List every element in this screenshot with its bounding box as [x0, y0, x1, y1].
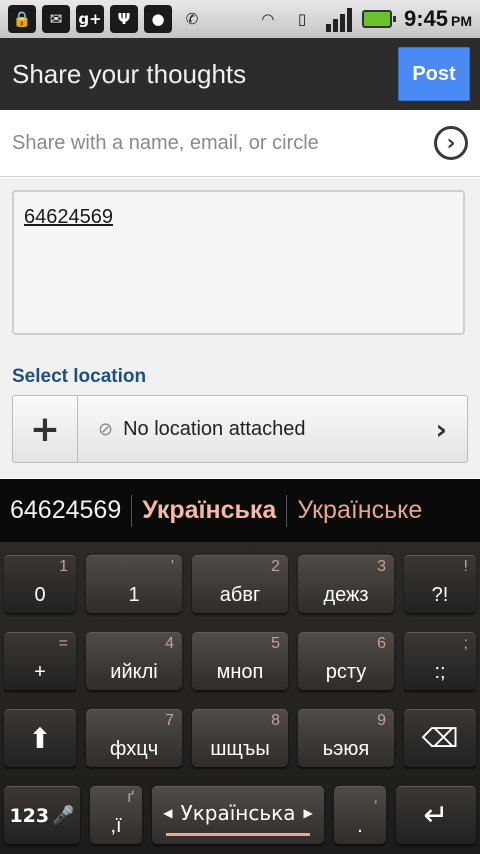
key-label: 1: [128, 584, 140, 606]
key-abvg[interactable]: 2 абвг: [192, 555, 288, 613]
screen: 🔒 ✉ g+ Ψ ● ✆ ◠ ▯ 9:45 PM Share your thoug…: [0, 0, 480, 854]
lock-icon: 🔒: [8, 5, 36, 33]
key-hint: ,: [373, 789, 378, 806]
wifi-icon: ◠: [262, 10, 274, 28]
suggestion-divider: [131, 494, 133, 527]
post-text-input[interactable]: 64624569: [12, 190, 465, 335]
symbols-label: 123 🎤: [9, 804, 75, 827]
key-label: ,ї: [110, 815, 122, 837]
chevron-right-icon: ›: [435, 412, 447, 446]
post-text: 64624569: [24, 206, 113, 228]
location-value: No location attached: [123, 417, 306, 440]
key-hint: 9: [377, 712, 386, 729]
key-colon-semicolon[interactable]: ; :;: [404, 632, 476, 690]
page-title: Share your thoughts: [12, 58, 247, 89]
key-rstu[interactable]: 6 рсту: [298, 632, 394, 690]
enter-key[interactable]: ↵: [396, 786, 476, 844]
battery-icon: [361, 10, 396, 28]
suggestion-typed[interactable]: 64624569: [10, 496, 121, 525]
language-indicator: [166, 833, 310, 836]
key-dezhz[interactable]: 3 дежз: [298, 555, 394, 613]
enter-icon: ↵: [423, 798, 449, 833]
symbols-mic-key[interactable]: 123 🎤: [4, 786, 80, 844]
key-hint: ґ: [127, 789, 134, 806]
status-bar: 🔒 ✉ g+ Ψ ● ✆ ◠ ▯ 9:45 PM: [0, 0, 480, 38]
key-1[interactable]: ' 1: [86, 555, 182, 613]
key-label: .: [357, 815, 363, 837]
key-label: +: [34, 661, 46, 683]
location-select[interactable]: ⊘ No location attached ›: [78, 396, 467, 462]
key-label: рсту: [325, 661, 367, 683]
key-label: ьэюя: [322, 738, 370, 760]
key-label: дежз: [323, 584, 369, 606]
key-period[interactable]: , .: [334, 786, 386, 844]
space-language-key[interactable]: ◀ Українська ▶: [152, 786, 324, 844]
suggestion-secondary[interactable]: Українське: [297, 496, 422, 525]
share-with-field[interactable]: Share with a name, email, or circle ›: [0, 110, 480, 177]
key-hint: 5: [271, 635, 280, 652]
key-hint: 4: [165, 635, 174, 652]
key-hint: 7: [165, 712, 174, 729]
suggestion-primary[interactable]: Українська: [142, 496, 276, 525]
key-hint: 1: [59, 558, 68, 575]
shift-key[interactable]: ⬆: [4, 709, 76, 767]
key-mnop[interactable]: 5 мноп: [192, 632, 288, 690]
key-label: ийклі: [110, 661, 158, 683]
arrow-left-icon: ◀: [163, 805, 173, 820]
key-plus[interactable]: = +: [4, 632, 76, 690]
google-plus-icon: g+: [76, 5, 104, 33]
share-with-placeholder: Share with a name, email, or circle: [12, 131, 319, 154]
location-label: Select location: [12, 366, 147, 387]
suggestion-strip: 64624569 Українська Українське: [0, 479, 480, 542]
language-label: Українська: [180, 800, 296, 825]
key-hint: !: [463, 558, 468, 575]
usb-icon: Ψ: [110, 5, 138, 33]
key-hint: 3: [377, 558, 386, 575]
key-yeyuya[interactable]: 9 ьэюя: [298, 709, 394, 767]
key-hint: 6: [377, 635, 386, 652]
mail-icon: ✉: [42, 5, 70, 33]
key-hint: ;: [463, 635, 468, 652]
backspace-icon: ⌫: [421, 723, 459, 754]
shift-arrow-icon: ⬆: [28, 722, 52, 755]
key-comma-yi[interactable]: ґ ,ї: [90, 786, 142, 844]
plus-icon: +: [29, 408, 61, 450]
app-header: Share your thoughts Post: [0, 38, 480, 110]
android-icon: ●: [144, 5, 172, 33]
key-label: шщъы: [210, 738, 270, 760]
status-right: ◠ ▯ 9:45 PM: [254, 5, 472, 33]
phone-icon: ✆: [185, 10, 199, 28]
key-fkhtsch[interactable]: 7 фхцч: [86, 709, 182, 767]
key-label: абвг: [219, 584, 261, 606]
key-label: 0: [34, 584, 46, 606]
key-label: ?!: [431, 584, 449, 606]
key-iykli[interactable]: 4 ийклі: [86, 632, 182, 690]
key-label: :;: [434, 661, 446, 683]
location-picker: + ⊘ No location attached ›: [12, 395, 468, 463]
microphone-icon: 🎤: [52, 805, 75, 826]
key-question-exclaim[interactable]: ! ?!: [404, 555, 476, 613]
key-0[interactable]: 1 0: [4, 555, 76, 613]
post-button[interactable]: Post: [398, 47, 470, 101]
arrow-right-icon: ▶: [303, 805, 313, 820]
key-label: мноп: [216, 661, 264, 683]
keyboard: 1 0 ' 1 2 абвг 3 дежз ! ?! = + 4 ийклі 5: [0, 542, 480, 854]
signal-icon: [325, 6, 354, 32]
key-hint: =: [58, 635, 68, 652]
no-location-icon: ⊘: [98, 418, 114, 440]
vibrate-icon: ▯: [297, 10, 307, 28]
key-hint: 2: [271, 558, 280, 575]
chevron-right-circle-icon[interactable]: ›: [434, 126, 468, 160]
clock: 9:45 PM: [403, 6, 472, 31]
add-location-button[interactable]: +: [13, 396, 78, 462]
backspace-key[interactable]: ⌫: [404, 709, 476, 767]
key-shshchy[interactable]: 8 шщъы: [192, 709, 288, 767]
key-label: фхцч: [109, 738, 159, 760]
suggestion-divider: [286, 494, 288, 527]
key-hint: 8: [271, 712, 280, 729]
key-hint: ': [170, 558, 174, 575]
